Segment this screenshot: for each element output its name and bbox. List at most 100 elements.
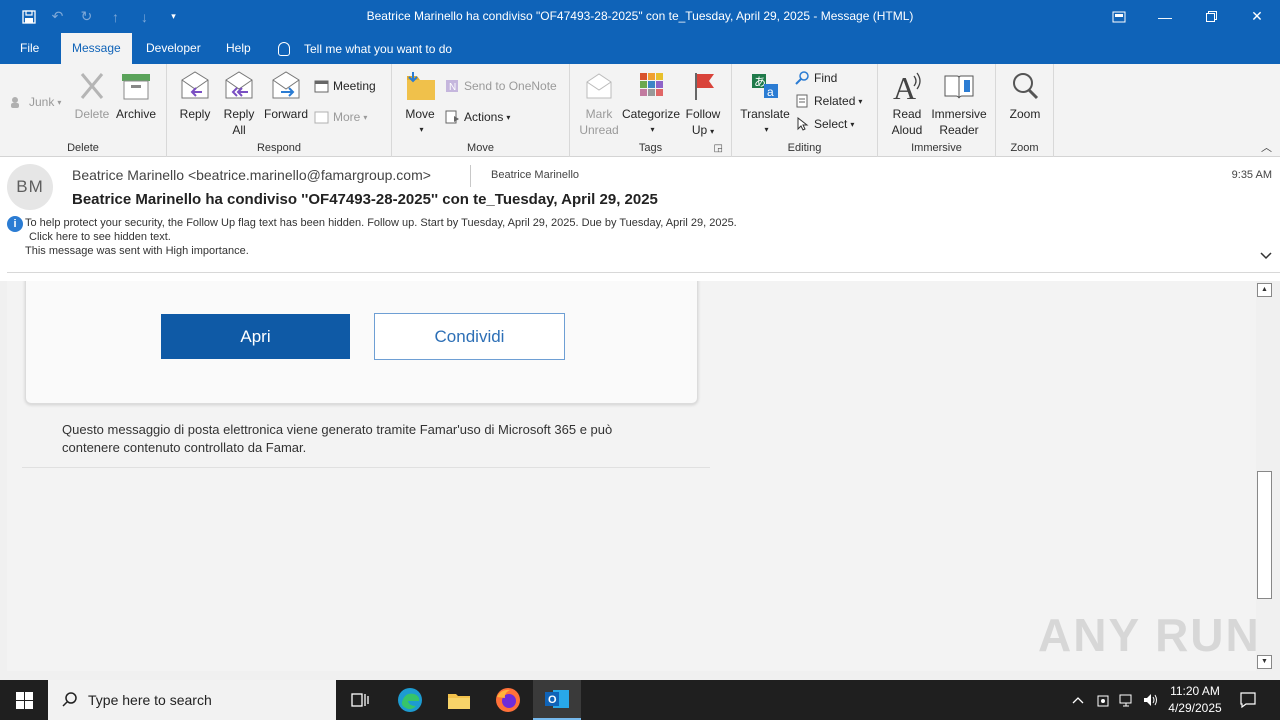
categorize-button[interactable]: Categorize ▾: [622, 68, 680, 138]
info-security-notice[interactable]: To help protect your security, the Follo…: [25, 217, 737, 229]
tab-help[interactable]: Help: [215, 33, 262, 64]
more-respond-button[interactable]: More ▾: [314, 107, 367, 127]
share-card: Apri Condividi: [25, 281, 698, 404]
taskbar: Type here to search O 11:20 AM 4/29/2025: [0, 680, 1280, 720]
find-icon: [795, 71, 810, 85]
junk-label: Junk: [29, 95, 55, 109]
svg-text:A: A: [893, 70, 916, 102]
mark-label-2: Unread: [579, 123, 619, 137]
start-windows-icon[interactable]: [0, 680, 48, 720]
find-label: Find: [814, 71, 838, 85]
undo-icon[interactable]: ↶: [43, 0, 72, 33]
archive-icon: [119, 70, 153, 102]
follow-up-button[interactable]: Follow Up ▾: [682, 68, 724, 140]
recipient[interactable]: Beatrice Marinello: [491, 169, 579, 181]
meet-now-icon[interactable]: [1092, 680, 1114, 720]
taskbar-search[interactable]: Type here to search: [48, 680, 336, 720]
sender[interactable]: Beatrice Marinello <beatrice.marinello@f…: [72, 167, 431, 183]
clock-time: 11:20 AM: [1170, 684, 1220, 698]
show-hidden-icons-chevron-icon[interactable]: [1068, 680, 1088, 720]
message-subject: Beatrice Marinello ha condiviso ''OF4749…: [72, 191, 658, 208]
immersive-reader-button[interactable]: Immersive Reader: [930, 68, 988, 138]
move-button[interactable]: Move ▾: [400, 68, 440, 138]
delete-label: Delete: [74, 107, 110, 121]
archive-button[interactable]: Archive: [113, 68, 159, 122]
search-icon: [62, 691, 78, 710]
header-separator: [470, 165, 471, 187]
translate-label: Translate: [740, 107, 790, 121]
group-label-immersive: Immersive: [911, 142, 962, 154]
task-view-icon[interactable]: [336, 680, 384, 720]
lightbulb-icon: [278, 41, 290, 56]
select-button[interactable]: Select ▾: [795, 114, 854, 134]
tell-me-search[interactable]: Tell me what you want to do: [278, 33, 452, 64]
tab-file[interactable]: File: [9, 33, 50, 64]
group-editing: あa Translate ▾ Find Related ▾ Select ▾ Edi…: [732, 64, 878, 157]
forward-button[interactable]: Forward: [263, 68, 309, 122]
network-icon[interactable]: [1116, 680, 1138, 720]
file-explorer-icon[interactable]: [435, 680, 483, 720]
message-body: Apri Condividi Questo messaggio di posta…: [7, 281, 1256, 671]
group-label-zoom: Zoom: [1010, 142, 1039, 154]
info-importance: This message was sent with High importan…: [25, 245, 249, 257]
tab-message[interactable]: Message: [61, 33, 132, 64]
scroll-up-arrow-icon[interactable]: ▲: [1257, 283, 1272, 297]
firefox-icon[interactable]: [484, 680, 532, 720]
reply-all-icon: [222, 70, 256, 102]
notifications-icon[interactable]: [1236, 680, 1260, 720]
footer-disclaimer: Questo messaggio di posta elettronica vi…: [62, 422, 613, 455]
group-tags: Mark Unread Categorize ▾ Follow Up ▾ ◲ Ta…: [570, 64, 732, 157]
related-button[interactable]: Related ▾: [795, 91, 862, 111]
save-icon[interactable]: [14, 0, 43, 33]
junk-button[interactable]: Junk ▾: [10, 92, 61, 112]
zoom-label: Zoom: [1009, 107, 1041, 121]
group-label-tags: Tags: [638, 142, 663, 154]
translate-button[interactable]: あa Translate ▾: [740, 68, 790, 138]
outlook-icon[interactable]: O: [533, 680, 581, 720]
actions-button[interactable]: Actions ▾: [445, 107, 510, 127]
info-hidden-text-link[interactable]: Click here to see hidden text.: [29, 231, 171, 243]
edge-browser-icon[interactable]: [386, 680, 434, 720]
meeting-button[interactable]: Meeting: [314, 76, 376, 96]
group-label-delete: Delete: [67, 142, 99, 154]
more-icon: [314, 110, 329, 124]
reply-icon: [178, 70, 212, 102]
onenote-label: Send to OneNote: [464, 79, 557, 93]
select-label: Select: [814, 117, 848, 131]
avatar[interactable]: BM: [7, 164, 53, 210]
previous-item-icon[interactable]: ↑: [101, 0, 130, 33]
mark-unread-button[interactable]: Mark Unread: [578, 68, 620, 138]
follow-label-2: Up ▾: [691, 123, 715, 137]
follow-label-1: Follow: [685, 107, 721, 121]
find-button[interactable]: Find: [795, 68, 837, 88]
quick-access-toolbar: ↶ ↻ ↑ ↓ ▾: [0, 0, 188, 33]
collapse-ribbon-icon[interactable]: ︿: [1261, 139, 1272, 155]
move-label: Move: [405, 107, 435, 121]
zoom-button[interactable]: Zoom: [1004, 68, 1046, 122]
share-button[interactable]: Condividi: [374, 313, 565, 360]
vertical-scrollbar[interactable]: ▲ ▼: [1256, 281, 1273, 671]
redo-icon[interactable]: ↻: [72, 0, 101, 33]
minimize-icon[interactable]: —: [1142, 0, 1188, 33]
scroll-down-arrow-icon[interactable]: ▼: [1257, 655, 1272, 669]
open-button[interactable]: Apri: [161, 314, 350, 359]
reply-button[interactable]: Reply: [175, 68, 215, 122]
taskbar-clock[interactable]: 11:20 AM 4/29/2025: [1163, 683, 1227, 717]
info-icon: i: [7, 216, 23, 232]
flag-icon: [686, 70, 720, 102]
delete-button[interactable]: Delete: [70, 68, 114, 122]
meeting-label: Meeting: [333, 79, 376, 93]
read-aloud-button[interactable]: A Read Aloud: [884, 68, 930, 138]
tab-developer[interactable]: Developer: [135, 33, 212, 64]
customize-qat-icon[interactable]: ▾: [159, 0, 188, 33]
expand-header-chevron-icon[interactable]: [1260, 249, 1272, 263]
send-to-onenote-button[interactable]: N Send to OneNote: [445, 76, 557, 96]
ribbon-display-options-icon[interactable]: [1096, 0, 1142, 33]
next-item-icon[interactable]: ↓: [130, 0, 159, 33]
close-icon[interactable]: ✕: [1234, 0, 1280, 33]
header-divider: [7, 272, 1280, 273]
volume-icon[interactable]: [1140, 680, 1162, 720]
reply-all-button[interactable]: Reply All: [219, 68, 259, 138]
scroll-thumb[interactable]: [1257, 471, 1272, 599]
restore-icon[interactable]: [1188, 0, 1234, 33]
